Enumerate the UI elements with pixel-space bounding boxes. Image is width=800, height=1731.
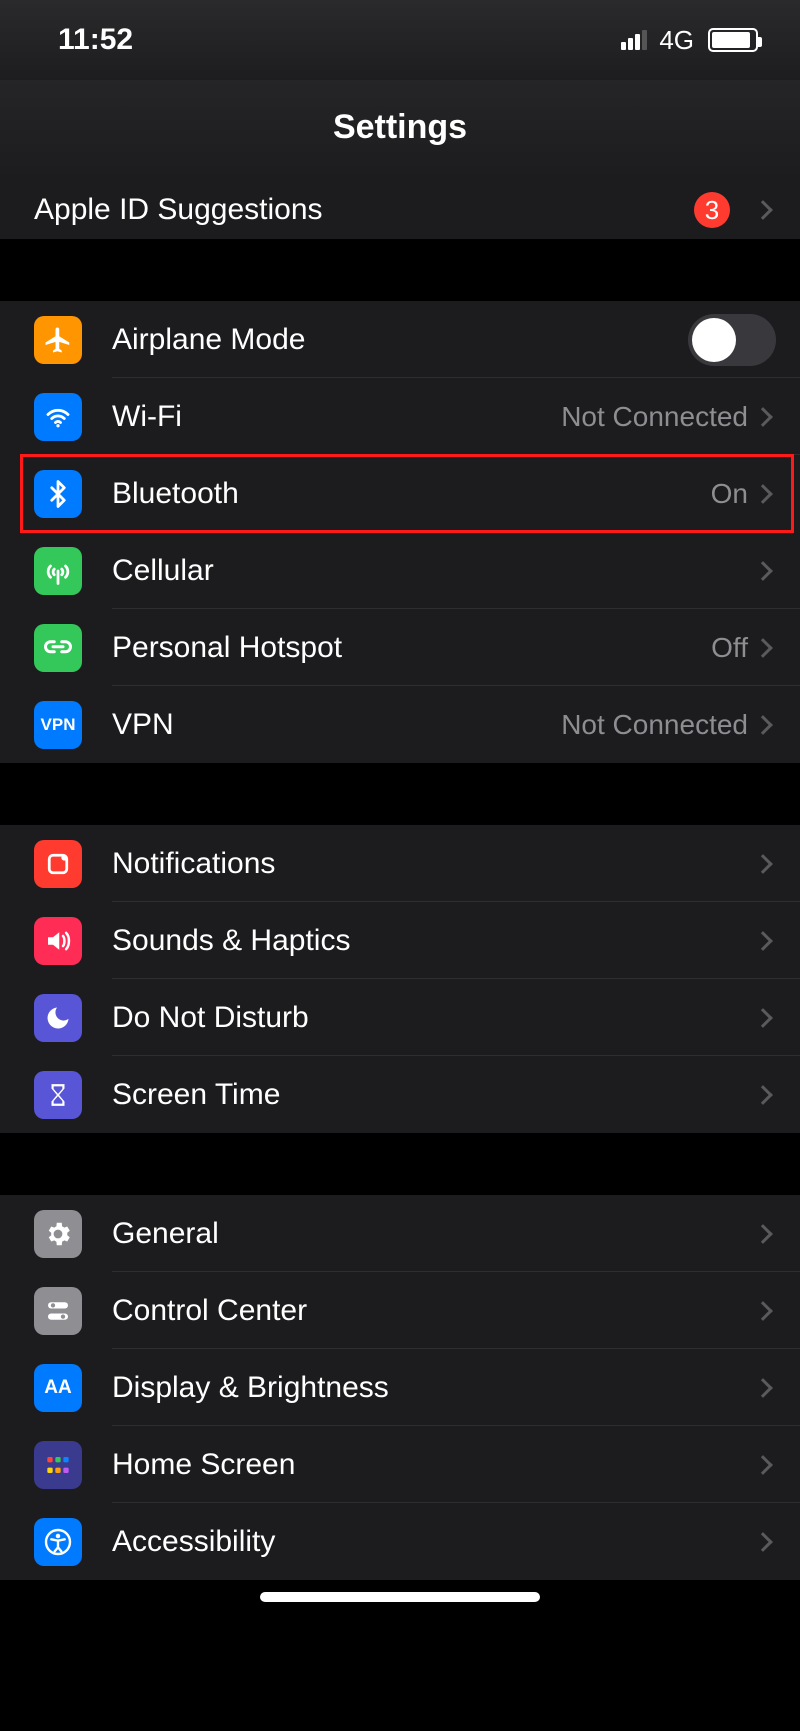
row-accessibility[interactable]: Accessibility [0, 1503, 800, 1580]
row-bluetooth[interactable]: Bluetooth On [0, 455, 800, 532]
chevron-right-icon [753, 931, 773, 951]
row-label: General [112, 1217, 756, 1251]
row-label: Screen Time [112, 1078, 756, 1112]
sounds-icon [34, 917, 82, 965]
chevron-right-icon [753, 1008, 773, 1028]
chevron-right-icon [753, 1085, 773, 1105]
row-label: Do Not Disturb [112, 1001, 756, 1035]
chevron-right-icon [753, 200, 773, 220]
chevron-right-icon [753, 407, 773, 427]
row-label: Bluetooth [112, 477, 711, 511]
chevron-right-icon [753, 1455, 773, 1475]
row-cellular[interactable]: Cellular [0, 532, 800, 609]
badge-count: 3 [694, 192, 730, 228]
highlight-bluetooth: Bluetooth On [0, 455, 800, 532]
chevron-right-icon [753, 1532, 773, 1552]
cellular-icon [34, 547, 82, 595]
row-display-brightness[interactable]: AA Display & Brightness [0, 1349, 800, 1426]
row-label: Apple ID Suggestions [34, 193, 694, 227]
row-personal-hotspot[interactable]: Personal Hotspot Off [0, 609, 800, 686]
hourglass-icon [34, 1071, 82, 1119]
row-vpn[interactable]: VPN VPN Not Connected [0, 686, 800, 763]
row-label: Sounds & Haptics [112, 924, 756, 958]
row-label: Cellular [112, 554, 756, 588]
control-center-icon [34, 1287, 82, 1335]
network-type: 4G [659, 25, 694, 56]
row-screen-time[interactable]: Screen Time [0, 1056, 800, 1133]
row-notifications[interactable]: Notifications [0, 825, 800, 902]
status-time: 11:52 [58, 23, 133, 57]
chevron-right-icon [753, 854, 773, 874]
row-home-screen[interactable]: Home Screen [0, 1426, 800, 1503]
row-value: Not Connected [561, 709, 748, 741]
chevron-right-icon [753, 1301, 773, 1321]
row-label: Notifications [112, 847, 756, 881]
row-general[interactable]: General [0, 1195, 800, 1272]
row-value: Not Connected [561, 401, 748, 433]
chevron-right-icon [753, 484, 773, 504]
accessibility-icon [34, 1518, 82, 1566]
group-general: General Control Center AA Display & Brig… [0, 1195, 800, 1580]
bluetooth-icon [34, 470, 82, 518]
display-icon: AA [34, 1364, 82, 1412]
notifications-icon [34, 840, 82, 888]
row-label: Control Center [112, 1294, 756, 1328]
row-label: Accessibility [112, 1525, 756, 1559]
row-airplane-mode[interactable]: Airplane Mode [0, 301, 800, 378]
chevron-right-icon [753, 561, 773, 581]
row-label: Wi-Fi [112, 400, 561, 434]
chevron-right-icon [753, 1378, 773, 1398]
row-apple-id-suggestions[interactable]: Apple ID Suggestions 3 [0, 181, 800, 239]
row-control-center[interactable]: Control Center [0, 1272, 800, 1349]
row-value: On [711, 478, 748, 510]
page-title: Settings [0, 80, 800, 181]
row-label: Display & Brightness [112, 1371, 756, 1405]
group-attention: Notifications Sounds & Haptics Do Not Di… [0, 825, 800, 1133]
group-connectivity: Airplane Mode Wi-Fi Not Connected Blueto… [0, 301, 800, 763]
chevron-right-icon [753, 638, 773, 658]
airplane-toggle[interactable] [688, 314, 776, 366]
wifi-icon [34, 393, 82, 441]
vpn-icon: VPN [34, 701, 82, 749]
airplane-icon [34, 316, 82, 364]
row-wifi[interactable]: Wi-Fi Not Connected [0, 378, 800, 455]
row-label: Home Screen [112, 1448, 756, 1482]
row-label: VPN [112, 708, 561, 742]
moon-icon [34, 994, 82, 1042]
chevron-right-icon [753, 1224, 773, 1244]
row-do-not-disturb[interactable]: Do Not Disturb [0, 979, 800, 1056]
battery-icon [708, 28, 758, 52]
cellular-signal-icon [621, 30, 647, 50]
row-sounds-haptics[interactable]: Sounds & Haptics [0, 902, 800, 979]
status-bar: 11:52 4G [0, 0, 800, 80]
home-screen-icon [34, 1441, 82, 1489]
row-value: Off [711, 632, 748, 664]
row-label: Personal Hotspot [112, 631, 711, 665]
row-label: Airplane Mode [112, 323, 688, 357]
chevron-right-icon [753, 715, 773, 735]
home-indicator[interactable] [260, 1592, 540, 1602]
group-apple-id: Apple ID Suggestions 3 [0, 181, 800, 239]
status-right: 4G [621, 25, 758, 56]
gear-icon [34, 1210, 82, 1258]
hotspot-icon [34, 624, 82, 672]
